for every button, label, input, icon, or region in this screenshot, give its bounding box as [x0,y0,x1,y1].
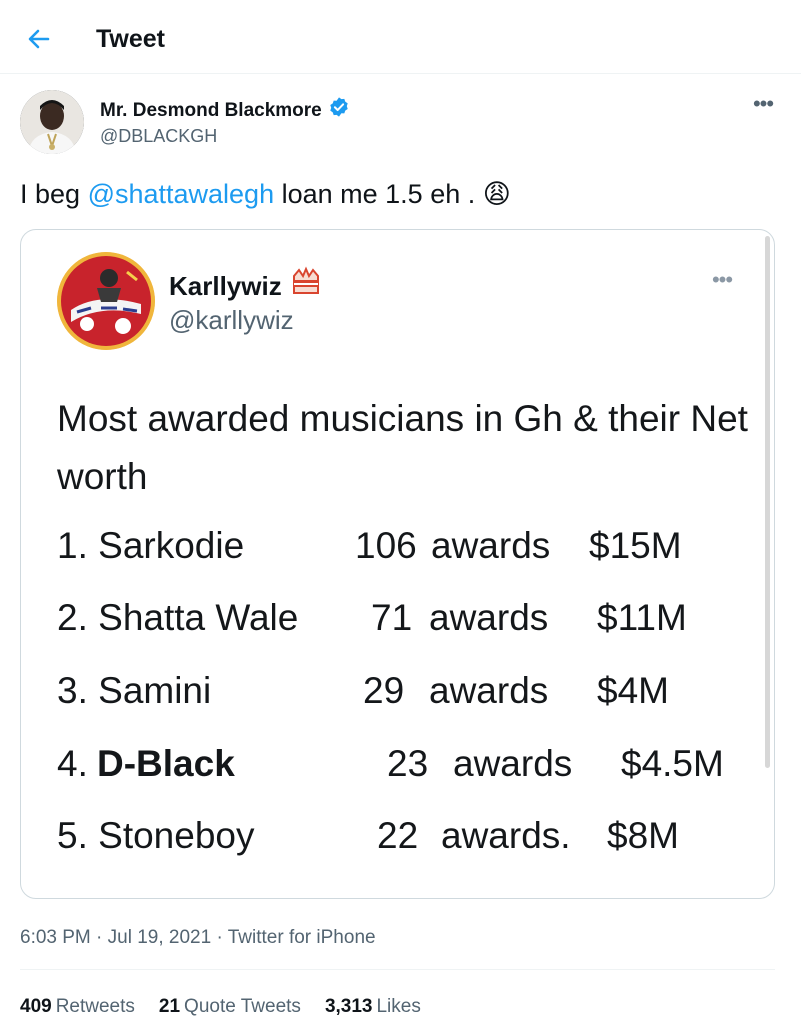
quote-author-name[interactable]: Karllywiz [169,266,322,305]
mention-link[interactable]: @shattawalegh [88,176,275,212]
flag-badge-icon [290,266,322,305]
retweets-label: Retweets [55,996,135,1017]
page-title: Tweet [96,25,165,53]
divider [20,969,775,970]
tweet-meta: 6:03 PM · Jul 19, 2021 · Twitter for iPh… [20,926,376,950]
musician-name: 1. Sarkodie [57,525,245,566]
quote-text: Most awarded musicians in Gh & their Net… [57,398,748,497]
quote-tweets-stat[interactable]: 21 Quote Tweets [159,995,301,1019]
meta-separator: · [211,927,228,948]
musician-rank: 4. [57,743,88,784]
award-count: 29 [363,670,405,711]
awards-word: awards. [441,815,571,856]
award-count: 22 [377,815,419,856]
awards-word: awards [431,525,551,566]
award-count: 71 [371,597,413,638]
net-worth: $11M [597,597,687,638]
musician-name: 3. Samini [57,670,212,711]
awards-word: awards [429,670,549,711]
awards-word: awards [429,597,549,638]
tweet-date[interactable]: Jul 19, 2021 [108,927,212,948]
back-arrow-icon[interactable] [22,22,56,56]
author-avatar[interactable] [20,90,84,154]
tweet-text: I beg @shattawalegh loan me 1.5 eh . 😩 [20,176,511,212]
author-handle[interactable]: @DBLACKGH [100,124,217,148]
meta-separator: · [90,927,108,948]
retweets-stat[interactable]: 409 Retweets [20,995,135,1019]
net-worth: $8M [607,815,679,856]
likes-stat[interactable]: 3,313 Likes [325,995,421,1019]
tweet-source[interactable]: Twitter for iPhone [228,927,376,948]
author-name[interactable]: Mr. Desmond Blackmore [100,96,350,125]
verified-badge-icon [328,96,350,125]
quoted-tweet-card[interactable]: Karllywiz @karllywiz ••• Most awarded mu… [20,229,775,899]
author-name-text: Mr. Desmond Blackmore [100,99,322,121]
awards-word: awards [453,743,573,784]
retweets-count: 409 [20,996,52,1017]
scrollbar[interactable] [765,236,770,768]
award-count: 23 [387,743,429,784]
likes-label: Likes [376,996,421,1017]
weary-face-emoji: 😩 [482,179,511,209]
quote-author-name-text: Karllywiz [169,270,282,301]
likes-count: 3,313 [324,996,373,1017]
quote-author-handle[interactable]: @karllywiz [169,304,294,336]
more-options-icon[interactable]: ••• [748,93,778,115]
musician-name: D-Black [97,743,235,784]
quote-tweets-count: 21 [158,996,181,1017]
net-worth: $4M [597,670,669,711]
musician-name: 5. Stoneboy [57,815,255,856]
header-bar: Tweet [0,0,801,74]
tweet-time[interactable]: 6:03 PM [20,927,91,948]
quote-tweets-label: Quote Tweets [184,996,301,1017]
net-worth: $4.5M [621,743,724,784]
engagement-stats: 409 Retweets 21 Quote Tweets 3,313 Likes [20,995,421,1019]
tweet-text-before: I beg [20,179,88,209]
net-worth: $15M [589,525,682,566]
quote-more-options-icon[interactable]: ••• [707,269,737,291]
quote-author-avatar[interactable] [57,252,155,350]
award-count: 106 [355,525,417,566]
musician-name: 2. Shatta Wale [57,597,299,638]
tweet-text-after: loan me 1.5 eh . [274,179,483,209]
